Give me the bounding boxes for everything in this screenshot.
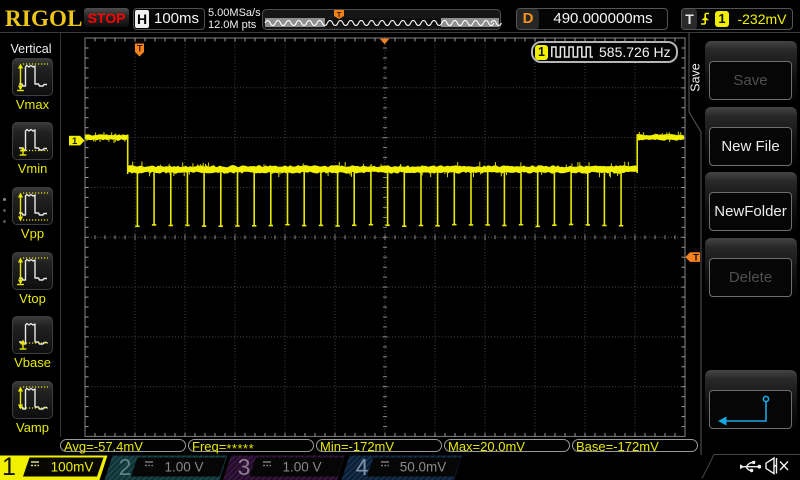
svg-text:1.00 V: 1.00 V xyxy=(164,460,203,475)
svg-text:3: 3 xyxy=(238,455,251,480)
svg-text:T: T xyxy=(137,44,143,54)
svg-text:100mV: 100mV xyxy=(51,460,94,475)
svg-text:1.00 V: 1.00 V xyxy=(282,460,321,475)
svg-text:2: 2 xyxy=(119,455,132,480)
svg-text:1: 1 xyxy=(2,455,16,480)
svg-text:50.0mV: 50.0mV xyxy=(400,460,447,475)
svg-text:1: 1 xyxy=(72,136,78,147)
svg-text:4: 4 xyxy=(356,455,369,480)
